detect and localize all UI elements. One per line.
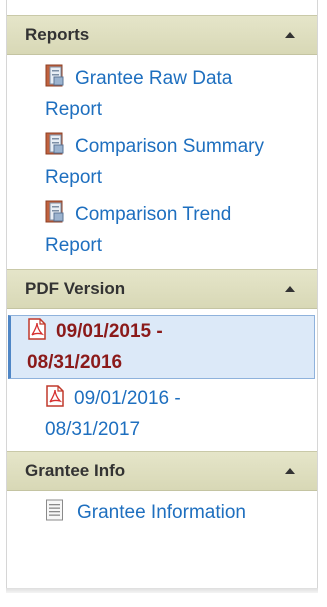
caret-up-icon[interactable] <box>285 32 295 38</box>
pdf-link-2015-2016[interactable]: 09/01/2015 - 08/31/2016 <box>8 315 315 379</box>
report-book-icon <box>45 200 64 223</box>
report-book-icon <box>45 132 64 155</box>
left-sidebar-panel: Reports Grantee Raw Data Report Comparis… <box>6 0 318 593</box>
pdf-version-section-body: 09/01/2015 - 08/31/2016 09/01/2016 - 08/… <box>7 309 317 451</box>
pdf-version-section-header[interactable]: PDF Version <box>7 269 317 309</box>
grantee-info-section-title: Grantee Info <box>25 461 126 480</box>
reports-section-body: Grantee Raw Data Report Comparison Summa… <box>7 55 317 267</box>
report-link-label-line2: Report <box>45 99 103 120</box>
pdf-version-section-title: PDF Version <box>25 279 126 298</box>
report-book-icon <box>45 64 64 87</box>
report-link-label-line2: Report <box>45 235 103 256</box>
pdf-file-icon <box>46 385 64 407</box>
pdf-link-label-line1: 09/01/2016 - <box>74 388 181 409</box>
report-link-label-line2: Report <box>45 167 103 188</box>
report-link-label-line1: Comparison Trend <box>75 204 232 225</box>
report-link-comparison-trend[interactable]: Comparison Trend Report <box>7 199 317 261</box>
report-link-label-line1: Comparison Summary <box>75 136 264 157</box>
grantee-information-label: Grantee Information <box>77 502 246 523</box>
caret-up-icon[interactable] <box>285 468 295 474</box>
report-link-grantee-raw-data[interactable]: Grantee Raw Data Report <box>7 63 317 125</box>
document-list-icon <box>46 499 63 521</box>
pdf-file-icon <box>28 318 46 340</box>
reports-section-header[interactable]: Reports <box>7 15 317 55</box>
pdf-link-label-line1: 09/01/2015 - <box>56 321 163 342</box>
reports-section-title: Reports <box>25 25 90 44</box>
grantee-information-link[interactable]: Grantee Information <box>7 497 317 528</box>
pdf-link-2016-2017[interactable]: 09/01/2016 - 08/31/2017 <box>7 383 317 445</box>
pdf-link-label-line2: 08/31/2016 <box>27 352 123 373</box>
grantee-info-section-header[interactable]: Grantee Info <box>7 451 317 491</box>
caret-up-icon[interactable] <box>285 286 295 292</box>
pdf-link-label-line2: 08/31/2017 <box>45 419 141 440</box>
report-link-label-line1: Grantee Raw Data <box>75 68 233 89</box>
grantee-info-section-body: Grantee Information <box>7 491 317 534</box>
report-link-comparison-summary[interactable]: Comparison Summary Report <box>7 131 317 193</box>
